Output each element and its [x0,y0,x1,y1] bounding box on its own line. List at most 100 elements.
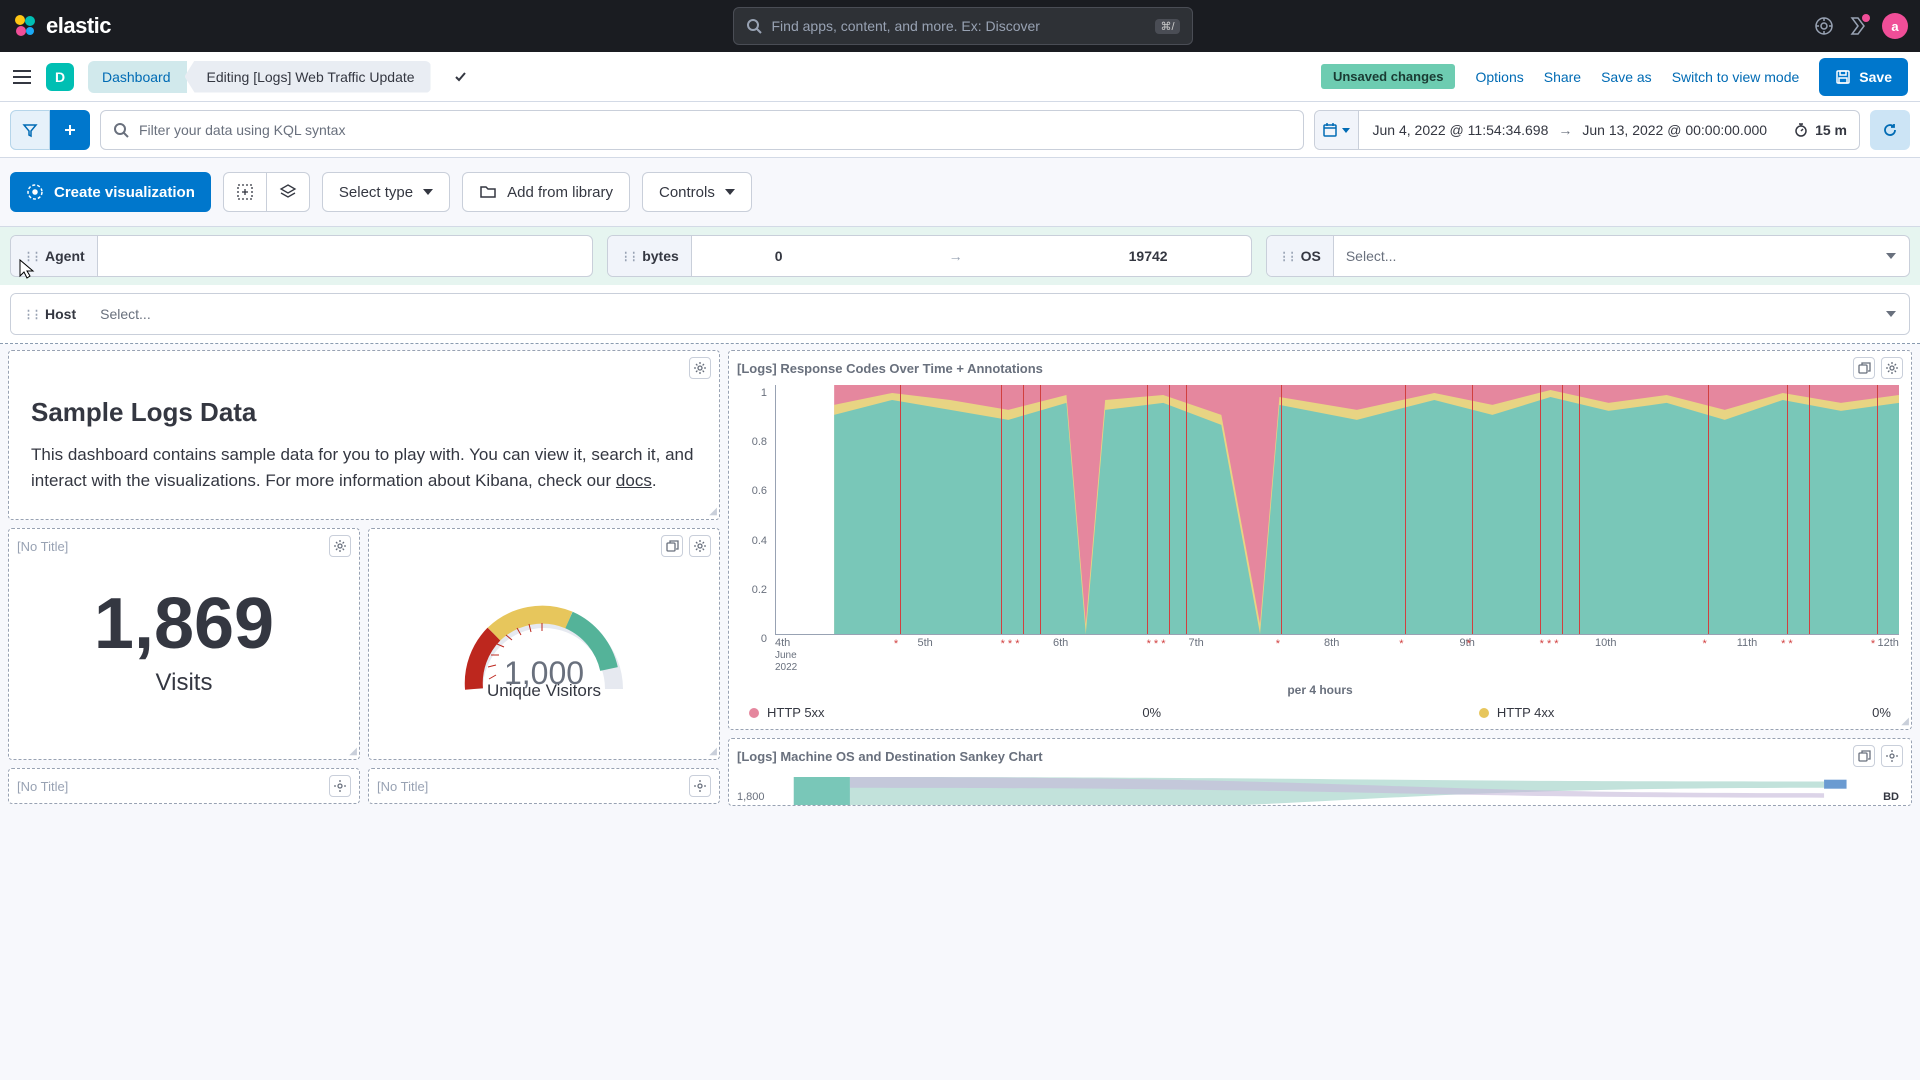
chevron-down-icon [423,187,433,197]
panel-title: [Logs] Response Codes Over Time + Annota… [737,361,1043,376]
date-from: Jun 4, 2022 @ 11:54:34.698 [1373,122,1549,138]
resize-handle-icon[interactable]: ◢ [1901,716,1909,727]
control-host[interactable]: ⋮⋮Host Select... [10,293,1910,335]
user-avatar[interactable]: a [1882,13,1908,39]
docs-link[interactable]: docs [616,471,652,490]
chart-xaxis: 4thJune2022 5th 6th 7th 8th 9th 10th 11t… [775,637,1899,673]
panel-gauge: 1,000 Unique Visitors ◢ [368,528,720,760]
controls-row-1: ⋮⋮Agent ⋮⋮bytes 0 → 19742 ⋮⋮OS Select... [0,226,1920,285]
viewmode-link[interactable]: Switch to view mode [1672,69,1800,85]
panel-settings-button[interactable] [689,775,711,797]
save-button[interactable]: Save [1819,58,1908,96]
help-icon[interactable] [1814,16,1834,36]
filter-toggle-button[interactable] [10,110,50,150]
panel-link-button[interactable] [661,535,683,557]
control-os[interactable]: ⋮⋮OS Select... [1266,235,1910,277]
search-icon [746,18,762,34]
sankey-dest: BD [1883,791,1899,803]
panel-response-codes: [Logs] Response Codes Over Time + Annota… [728,350,1912,730]
dashboard-toolbar: Create visualization Select type Add fro… [0,158,1920,226]
query-bar: Filter your data using KQL syntax Jun 4,… [0,102,1920,158]
add-from-library-button[interactable]: Add from library [462,172,630,212]
dashboard-grid: Sample Logs Data This dashboard contains… [0,344,1920,812]
unsaved-badge: Unsaved changes [1321,64,1456,89]
date-picker[interactable]: Jun 4, 2022 @ 11:54:34.698 → Jun 13, 202… [1314,110,1782,150]
breadcrumb-current: Editing [Logs] Web Traffic Update [185,61,431,93]
global-header: elastic Find apps, content, and more. Ex… [0,0,1920,52]
drag-handle-icon[interactable]: ⋮⋮ [1279,250,1295,263]
share-link[interactable]: Share [1544,69,1581,85]
search-kbd: ⌘/ [1155,19,1179,34]
saveas-link[interactable]: Save as [1601,69,1652,85]
chevron-down-icon[interactable] [453,70,467,84]
chevron-down-icon[interactable] [1873,294,1909,334]
refresh-button[interactable] [1870,110,1910,150]
chevron-down-icon [725,187,735,197]
calendar-icon[interactable] [1315,111,1359,149]
kql-input[interactable]: Filter your data using KQL syntax [100,110,1304,150]
panel-visits: [No Title] 1,869 Visits ◢ [8,528,360,760]
panel-title: [No Title] [17,539,68,554]
notification-dot [1862,14,1870,22]
area-chart[interactable]: * * * * * * * * * * * * * * * * * [775,385,1899,635]
chart-yaxis: 10.80.60.40.20 [735,387,767,645]
bytes-max: 19742 [1129,248,1168,264]
resize-handle-icon[interactable]: ◢ [709,506,717,517]
arrow-right-icon: → [949,248,963,264]
timer-icon [1793,122,1809,138]
breadcrumb: Dashboard Editing [Logs] Web Traffic Upd… [88,61,431,93]
panel-settings-button[interactable] [329,775,351,797]
visits-label: Visits [29,669,339,697]
panel-settings-button[interactable] [689,535,711,557]
chevron-down-icon[interactable] [1873,236,1909,276]
layers-button[interactable] [267,172,310,212]
date-to: Jun 13, 2022 @ 00:00:00.000 [1582,122,1767,138]
refresh-interval[interactable]: 15 m [1781,110,1860,150]
brand-text: elastic [46,13,111,39]
sankey-ylabel: 1,800 [737,791,765,803]
sankey-chart[interactable]: BD [775,777,1899,806]
add-filter-button[interactable] [50,110,90,150]
gauge-value: 1,000 [504,655,584,692]
chart-legend: HTTP 5xx 0% HTTP 4xx 0% [729,705,1911,732]
panel-link-button[interactable] [1853,357,1875,379]
panel-sankey: [Logs] Machine OS and Destination Sankey… [728,738,1912,806]
space-badge[interactable]: D [46,63,74,91]
app-header: D Dashboard Editing [Logs] Web Traffic U… [0,52,1920,102]
drag-handle-icon[interactable]: ⋮⋮ [23,250,39,263]
select-type-button[interactable]: Select type [322,172,450,212]
resize-handle-icon[interactable]: ◢ [349,746,357,757]
control-bytes[interactable]: ⋮⋮bytes 0 → 19742 [607,235,1251,277]
panel-settings-button[interactable] [1881,357,1903,379]
panel-title: [No Title] [377,779,428,794]
drag-handle-icon[interactable]: ⋮⋮ [23,308,39,321]
options-link[interactable]: Options [1475,69,1523,85]
search-icon [113,122,129,138]
folder-icon [479,183,497,201]
panel-title: [No Title] [17,779,68,794]
controls-button[interactable]: Controls [642,172,752,212]
drag-handle-icon[interactable]: ⋮⋮ [620,250,636,263]
visits-value: 1,869 [29,583,339,665]
select-area-button[interactable] [223,172,267,212]
resize-handle-icon[interactable]: ◢ [709,746,717,757]
create-visualization-button[interactable]: Create visualization [10,172,211,212]
markdown-body: This dashboard contains sample data for … [31,442,697,493]
panel-settings-button[interactable] [329,535,351,557]
elastic-logo[interactable]: elastic [12,13,111,39]
panel-link-button[interactable] [1853,745,1875,767]
markdown-title: Sample Logs Data [31,397,697,428]
global-search[interactable]: Find apps, content, and more. Ex: Discov… [733,7,1193,45]
panel-empty: [No Title] [368,768,720,804]
panel-settings-button[interactable] [689,357,711,379]
breadcrumb-root[interactable]: Dashboard [88,61,187,93]
panel-empty: [No Title] [8,768,360,804]
nav-toggle-icon[interactable] [12,69,32,85]
control-agent[interactable]: ⋮⋮Agent [10,235,593,277]
bytes-min: 0 [775,248,783,264]
arrow-right-icon: → [1558,122,1572,138]
save-icon [1835,69,1851,85]
panel-settings-button[interactable] [1881,745,1903,767]
lens-icon [26,183,44,201]
newsfeed-icon[interactable] [1848,16,1868,36]
